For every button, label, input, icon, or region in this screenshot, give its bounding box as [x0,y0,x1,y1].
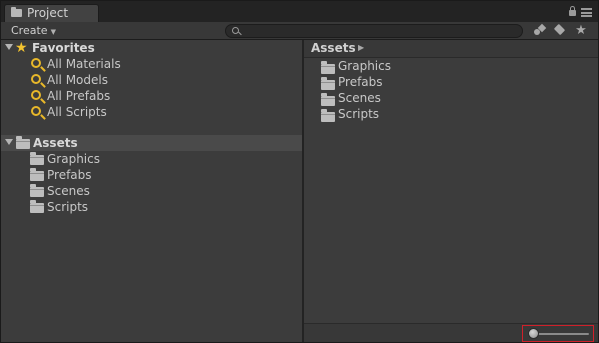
favorite-item-label: All Models [47,73,108,87]
list-item[interactable]: All Scripts [1,104,302,120]
saved-search-icon [31,90,41,100]
search-input[interactable] [244,25,514,37]
search-icon [232,27,239,34]
favorite-item-label: All Prefabs [47,89,111,103]
filter-by-type-icon[interactable] [531,23,549,38]
folder-icon [321,77,335,90]
list-item[interactable]: Scripts [1,199,302,215]
list-item[interactable]: All Materials [1,56,302,72]
list-item[interactable]: Graphics [1,151,302,167]
assets-root-item[interactable]: Assets [1,135,302,151]
filter-by-label-icon[interactable] [552,23,570,38]
folder-icon [16,136,30,149]
assets-label: Assets [33,136,78,150]
slider-track[interactable] [533,333,589,335]
asset-label: Scenes [338,91,381,105]
zoom-slider[interactable] [522,325,594,342]
foldout-arrow-icon[interactable] [5,139,13,145]
folder-tree-pane: ★ Favorites All Materials All Models All… [1,40,302,342]
breadcrumb-arrow-icon: ▶ [358,43,365,52]
list-item[interactable]: Scripts [304,107,598,123]
lock-icon[interactable] [569,6,576,16]
asset-list-pane: Assets ▶ Graphics Prefabs Scenes Scripts [304,40,598,342]
saved-search-icon [31,58,41,68]
folder-label: Scenes [47,184,90,198]
list-item[interactable]: Scenes [304,91,598,107]
tab-label: Project [27,6,69,20]
favorites-star-icon: ★ [15,40,28,56]
saved-search-icon [31,106,41,116]
folder-icon [30,200,44,213]
list-item[interactable]: All Models [1,72,302,88]
list-item[interactable]: Prefabs [304,75,598,91]
dropdown-arrow-icon: ▼ [50,28,56,36]
folder-icon [30,184,44,197]
asset-label: Prefabs [338,75,383,89]
favorite-item-label: All Scripts [47,105,107,119]
folder-label: Graphics [47,152,100,166]
list-item[interactable]: Graphics [304,59,598,75]
folder-icon [30,168,44,181]
asset-label: Scripts [338,107,380,121]
tab-bar: Project [1,1,598,22]
saved-search-icon [31,74,41,84]
menu-icon[interactable] [581,8,592,17]
folder-icon [321,61,335,74]
project-window: Project Create ▼ ★ ★ Favorites All Materi… [0,0,599,343]
favorites-label: Favorites [32,41,95,55]
create-button-label: Create [11,24,48,37]
list-item[interactable]: Scenes [1,183,302,199]
asset-label: Graphics [338,59,391,73]
folder-icon [321,93,335,106]
folder-label: Prefabs [47,168,92,182]
list-item[interactable]: All Prefabs [1,88,302,104]
folder-label: Scripts [47,200,89,214]
breadcrumb-item-assets[interactable]: Assets [311,41,356,55]
favorites-star-icon[interactable]: ★ [572,23,590,38]
tab-project[interactable]: Project [4,4,99,22]
folder-icon [30,152,44,165]
favorites-header[interactable]: ★ Favorites [1,40,302,56]
slider-thumb[interactable] [528,328,539,339]
folder-icon [321,109,335,122]
favorite-item-label: All Materials [47,57,121,71]
create-button[interactable]: Create ▼ [5,23,62,38]
search-field[interactable] [225,24,523,38]
status-bar [304,323,598,342]
breadcrumb: Assets ▶ [304,40,598,58]
folder-icon [11,7,22,17]
foldout-arrow-icon[interactable] [5,44,13,50]
toolbar: Create ▼ ★ [1,22,598,40]
list-item[interactable]: Prefabs [1,167,302,183]
